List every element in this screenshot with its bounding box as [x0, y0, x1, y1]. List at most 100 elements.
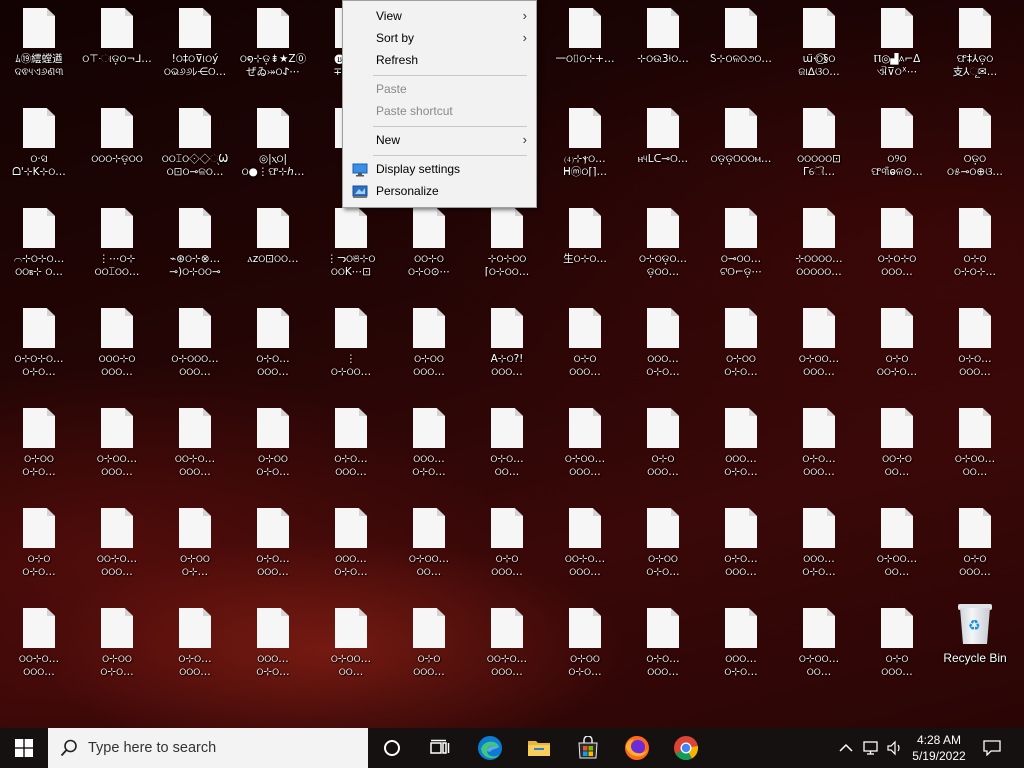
menu-item-personalize[interactable]: Personalize — [343, 180, 536, 202]
network-button[interactable] — [860, 728, 884, 768]
desktop-file-icon[interactable]: Ⲡ◎▟⟑⌐ᐃ ଐ⊽ଠᕽ⋯ — [860, 6, 934, 96]
desktop-file-icon[interactable]: ଠଠ⊹ଠ… ଠଠଠ… — [548, 506, 622, 596]
menu-item-new[interactable]: New › — [343, 129, 536, 151]
file-explorer-button[interactable] — [516, 728, 562, 768]
menu-item-paste-shortcut[interactable]: Paste shortcut — [343, 100, 536, 122]
desktop-file-icon[interactable]: ଠଠ⊹ଠ… ଠଠଠ… — [80, 506, 154, 596]
desktop-file-icon[interactable]: ⑷⊹ⲯଠ… ᕼⓜଠ⌈⌉… — [548, 106, 622, 196]
desktop-file-icon[interactable]: ⋮ᓓଠଞ⊹ଠ ଠଠK⋯⊡ — [314, 206, 388, 296]
desktop-file-icon[interactable]: ଠଠଠ⊹ଡ଼ଠଠ — [80, 106, 154, 196]
desktop-file-icon[interactable]: ଠଠଠ… ଠ⊹ଠ… — [236, 606, 310, 696]
desktop-file-icon[interactable]: A⊹ଠ?! ଠଠଠ… — [470, 306, 544, 396]
desktop-file-icon[interactable]: ଠଠ⊹ଠ… ଠଠଠ… — [470, 606, 544, 696]
desktop-file-icon[interactable]: ଠ⊹ଠଠ… ଠଠ… — [860, 506, 934, 596]
desktop-file-icon[interactable]: ଠଠଠ… ଠ⊹ଠ… — [704, 406, 778, 496]
menu-item-paste[interactable]: Paste — [343, 78, 536, 100]
desktop-file-icon[interactable]: ଠ⊤·ାଡ଼ଠ¬⅃… — [80, 6, 154, 96]
desktop-file-icon[interactable]: ଠ⊹ଠ… ଠଠଠ… — [314, 406, 388, 496]
menu-item-refresh[interactable]: Refresh — [343, 49, 536, 71]
desktop-file-icon[interactable]: ⋮ ଠ⊹ଠଠ… — [314, 306, 388, 396]
desktop-file-icon[interactable]: ଠ⊹ଠ⊹ଠ… ଠ⊹ଠ… — [2, 306, 76, 396]
desktop-file-icon[interactable]: ଠଠ⊹ଠ ଠଠ… — [860, 406, 934, 496]
volume-button[interactable] — [884, 728, 906, 768]
desktop-file-icon[interactable]: ଠ⊹ଠ… ଠଠଠ… — [782, 406, 856, 496]
desktop-file-icon[interactable]: ଠ⊹ଠ ଠଠ⊹ଠ… — [860, 306, 934, 396]
desktop-file-icon[interactable]: ଠ୨ଠ ଫ୩ଁⱺଳ⊙… — [860, 106, 934, 196]
desktop-file-icon[interactable]: ଠ⊹ଠଠ ଠଠଠ… — [392, 306, 466, 396]
desktop-file-icon[interactable]: 生ଠ⊹ଠ… — [548, 206, 622, 296]
desktop-file-icon[interactable]: !ଠ‡ଠ⊽୲ଠý ଠଭ୬୬ﾚ⋲୦… — [158, 6, 232, 96]
desktop-file-icon[interactable]: ଠ⊹ଠ… ଠଠଠ… — [236, 306, 310, 396]
desktop-file-icon[interactable]: ଠ·ସ ᗝ'⊹K⊹ଠ… — [2, 106, 76, 196]
desktop-file-icon[interactable]: ଠଠ⌶ଠ⟐◇୍Ѿ ଠ⊡ଠ⊸ଳଠ… — [158, 106, 232, 196]
desktop-file-icon[interactable]: ⌁⊛ଠ⊹⊗… ⊸)ଠ⊹ଠଠ⊸ — [158, 206, 232, 296]
desktop-file-icon[interactable]: ୦ଡ଼ଠ ଠ୫⊸ଠ⊕ଓ… — [938, 106, 1012, 196]
store-button[interactable] — [565, 728, 611, 768]
desktop-file-icon[interactable]: ଠ⊹ଠଠ… ଠଠଠ… — [548, 406, 622, 496]
desktop-file-icon[interactable]: ଠ⊹ଠଠ… ଠଠଠ… — [80, 406, 154, 496]
firefox-button[interactable] — [614, 728, 660, 768]
desktop-file-icon[interactable]: ⋮⋯ଠ⊹ ଠଠ⌶ଠଠ… — [80, 206, 154, 296]
desktop-file-icon[interactable]: ଠ⊹ଠଠ… ଠଠ… — [938, 406, 1012, 496]
clock[interactable]: 4:28 AM 5/19/2022 — [906, 732, 972, 764]
desktop-file-icon[interactable]: ଠ⊹ଠଠଠ… ଠଠଠ… — [158, 306, 232, 396]
desktop-file-icon[interactable]: ଠ⊹ଠଠ ଠ⊹ଠ… — [626, 506, 700, 596]
desktop-file-icon[interactable]: ա̈·ଠ⃝§ଠ ଜା∆ଓଠ… — [782, 6, 856, 96]
desktop-file-icon[interactable]: ଠ⊹ଠଠ… ଠଠ… — [782, 606, 856, 696]
desktop-file-icon[interactable]: ଠ⊹ଠଠ ଠ⊹ଠ… — [80, 606, 154, 696]
edge-button[interactable] — [467, 728, 513, 768]
desktop-file-icon[interactable]: ଠଠଠ⊹ଠ ଠଠଠ… — [80, 306, 154, 396]
desktop-file-icon[interactable]: ଠ⊹ଠ⊹ଠ ଠଠଠ… — [860, 206, 934, 296]
desktop-file-icon[interactable]: ଠ⊹ଠ… ଠଠଠ… — [704, 506, 778, 596]
desktop-file-icon[interactable]: ଠ⊹ଠଠ ଠ⊹ଠ… — [2, 406, 76, 496]
desktop-file-icon[interactable]: ଠ໑⊹ଡ଼⇟★Z⓪ ぜゐ⤖ଠ𐰀⋯ — [236, 6, 310, 96]
desktop-file-icon[interactable]: ଠଡ଼ଡ଼୦ଠଠⲙ… — [704, 106, 778, 196]
desktop-file-icon[interactable]: ⲏ୳ᒪᑕ⊸୦… — [626, 106, 700, 196]
desktop-file-icon[interactable]: ଠଠଠଠଠ⊡ᒥୌ… — [782, 106, 856, 196]
desktop-file-icon[interactable]: ଠ⊹ଠଠ… ଠଠ… — [314, 606, 388, 696]
chrome-button[interactable] — [663, 728, 709, 768]
desktop-file-icon[interactable]: ◎|ⲭଠ| ଠ●⋮ଫ⊹ℎ… — [236, 106, 310, 196]
desktop-file-icon[interactable]: ଠ⊹ଠ ଠଠଠ… — [626, 406, 700, 496]
desktop-file-icon[interactable]: 一ଠ⌷ଠ⊹+… — [548, 6, 622, 96]
task-view-button[interactable] — [418, 728, 462, 768]
desktop-file-icon[interactable]: ଠ⊹ଠଠ… ଠଠଠ… — [782, 306, 856, 396]
desktop-file-icon[interactable]: Ꮪ⊹ଠଳଠ૭ଠ… — [704, 6, 778, 96]
desktop-file-icon[interactable]: ଠ⊹ଠଠ ଠ⊹ଠ… — [704, 306, 778, 396]
desktop-file-icon[interactable]: ଠ⊹ଠ ଠଠଠ… — [470, 506, 544, 596]
notifications-button[interactable] — [978, 728, 1006, 768]
desktop-file-icon[interactable]: ଠ⊹ଠ ଠଠଠ… — [392, 606, 466, 696]
desktop-file-icon[interactable]: ⲁzଠ⊡ଠଠ… — [236, 206, 310, 296]
desktop-file-icon[interactable]: ଠଠ⊹ଠ ଠ⊹ଠ⊙⋯ — [392, 206, 466, 296]
desktop-file-icon[interactable]: ଠଠଠ… ଠ⊹ଠ… — [626, 306, 700, 396]
desktop-file-icon[interactable]: ଠ⊹ଠ ଠଠଠ… — [548, 306, 622, 396]
desktop-file-icon[interactable]: ଠ⊹ଠ… ଠଠଠ… — [938, 306, 1012, 396]
desktop-file-icon[interactable]: ଠ⊹ଠ ଠ⊹ଠ… — [2, 506, 76, 596]
menu-item-view[interactable]: View › — [343, 5, 536, 27]
desktop-file-icon[interactable]: ଠଠଠ… ଠ⊹ଠ… — [392, 406, 466, 496]
desktop-file-icon[interactable]: ଠ⊹ଠ… ଠଠଠ… — [158, 606, 232, 696]
desktop-file-icon[interactable]: ⌒⊹ଠ⊹ଠ… ଠଠⲃ⊹ ଠ… — [2, 206, 76, 296]
desktop-file-icon[interactable]: ଠ⊹ଠଠ ଠ⊹ଠ… — [548, 606, 622, 696]
search-box[interactable]: Type here to search — [48, 728, 368, 768]
start-button[interactable] — [0, 728, 48, 768]
menu-item-sort-by[interactable]: Sort by › — [343, 27, 536, 49]
desktop-file-icon[interactable]: ଠ⊹ଠଠ… ଠଠ… — [392, 506, 466, 596]
desktop-file-icon[interactable]: ଠଠଠ… ଠ⊹ଠ… — [782, 506, 856, 596]
desktop-file-icon[interactable]: ଠ⊹ଠ… ଠଠଠ… — [236, 506, 310, 596]
desktop-file-icon[interactable]: ⊹ଠ⊹ଠଠ ⌈ଠ⊹ଠଠ… — [470, 206, 544, 296]
desktop-file-icon[interactable]: ଠଠ⊹ଠ… ଠଠଠ… — [158, 406, 232, 496]
desktop-file-icon[interactable]: ଠ⊹ଠ… ଠଠଠ… — [626, 606, 700, 696]
desktop-file-icon[interactable]: ଠ⊹ଠ ଠଠଠ… — [860, 606, 934, 696]
desktop-file-icon[interactable]: ଠ⊸ଠଠ… ଟ୦⌐ଡ଼⋯ — [704, 206, 778, 296]
desktop-file-icon[interactable]: ଫ‡⅄ଡ଼ଠ 支⅄ୂ✉… — [938, 6, 1012, 96]
desktop-file-icon[interactable]: ଠ⊹ଠ… ଠଠ… — [470, 406, 544, 496]
tray-overflow-button[interactable] — [836, 728, 856, 768]
recycle-bin[interactable]: ♻ Recycle Bin — [938, 602, 1012, 692]
cortana-button[interactable] — [370, 728, 414, 768]
desktop-file-icon[interactable]: ଠ⊹ଠଡ଼ଠ… ଡ଼ଠଠ… — [626, 206, 700, 296]
desktop-file-icon[interactable]: ଠଠଠ… ଠ⊹ଠ… — [704, 606, 778, 696]
desktop-file-icon[interactable]: ଠଠଠ… ଠ⊹ଠ… — [314, 506, 388, 596]
desktop-file-icon[interactable]: ⊹ଠଉ3⍿ଠ… — [626, 6, 700, 96]
desktop-file-icon[interactable]: ଠ⊹ଠ ଠଠଠ… — [938, 506, 1012, 596]
